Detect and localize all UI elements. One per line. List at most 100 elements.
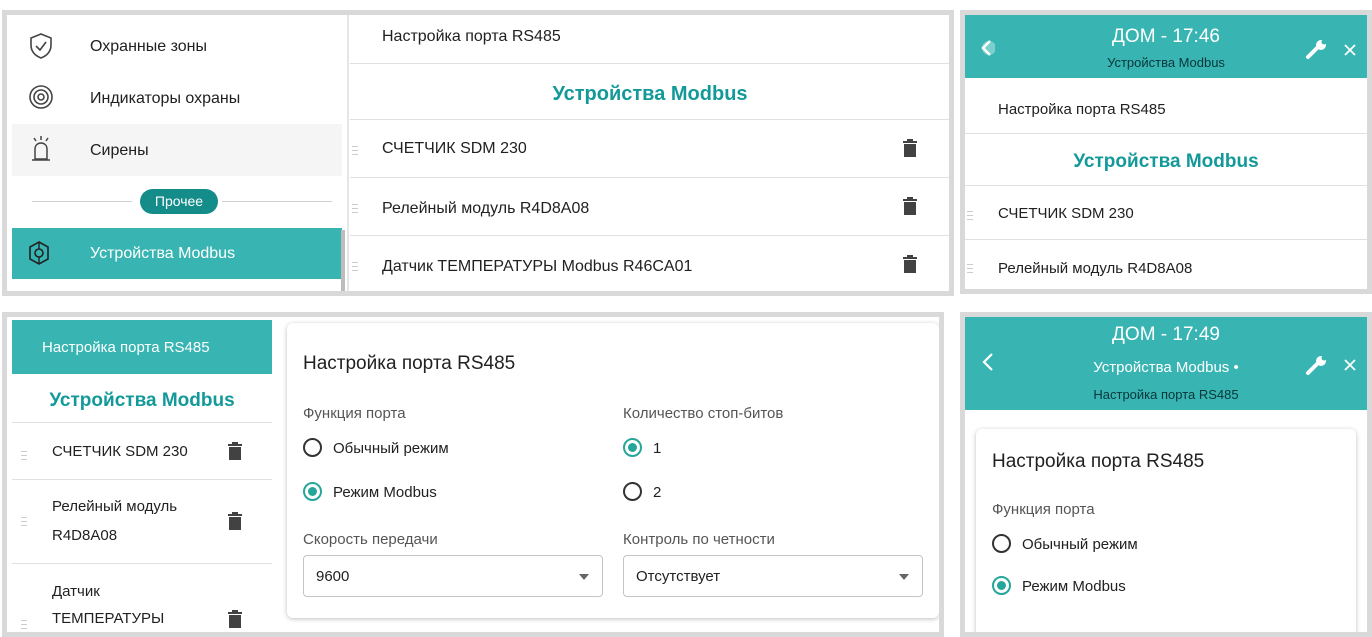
rs485-settings-link[interactable]: Настройка порта RS485 [998,101,1166,118]
drag-handle-icon[interactable] [21,517,27,526]
trash-icon[interactable] [903,197,917,215]
device-name: Релейный модуль R4D8A08 [382,200,590,217]
header-title: ДОМ - 17:49 [1112,324,1220,345]
parity-label: Контроль по четности [623,531,775,548]
device-row[interactable]: СЧЕТЧИК SDM 230 [350,120,949,177]
wrench-icon[interactable] [1305,354,1329,376]
drag-handle-icon[interactable] [352,262,358,271]
scrollbar[interactable] [341,230,345,291]
sidebar-item-modbus-devices[interactable]: Устройства Modbus [12,228,342,279]
rs485-settings-card: Настройка порта RS485 Функция порта Обыч… [287,323,939,618]
radio-stop-bits-2[interactable]: 2 [623,481,723,505]
trash-icon[interactable] [903,139,917,157]
siren-icon [32,136,50,161]
select-value: Отсутствует [636,568,721,585]
select-value: 9600 [316,568,350,585]
baud-rate-label: Скорость передачи [303,531,438,548]
device-name: Релейный модуль R4D8A08 [998,260,1193,277]
trash-icon[interactable] [903,255,917,273]
card-title: Настройка порта RS485 [992,451,1205,472]
radar-icon [29,85,53,109]
link-label: Настройка порта RS485 [42,339,210,356]
drag-handle-icon[interactable] [21,451,27,460]
device-name-line2: ТЕМПЕРАТУРЫ [52,610,165,627]
radio-label: Обычный режим [1022,536,1138,553]
close-icon[interactable] [1344,44,1356,56]
radio-button[interactable] [992,576,1011,595]
radio-label: Режим Modbus [1022,578,1126,595]
sidebar-item-security-indicators[interactable]: Индикаторы охраны [12,72,342,124]
radio-button[interactable] [303,438,322,457]
divider [222,201,332,202]
rs485-settings-link-active[interactable]: Настройка порта RS485 [12,320,272,374]
dropdown-arrow-icon [899,574,909,580]
radio-button[interactable] [623,438,642,457]
drag-handle-icon[interactable] [21,620,27,629]
section-title: Устройства Modbus [1073,151,1259,172]
baud-rate-select[interactable]: 9600 [303,555,603,597]
radio-label: Обычный режим [333,440,449,457]
rs485-settings-link[interactable]: Настройка порта RS485 [382,28,561,46]
sidebar-item-label: Охранные зоны [90,38,207,55]
divider [32,201,132,202]
parity-select[interactable]: Отсутствует [623,555,923,597]
radio-button[interactable] [992,534,1011,553]
radio-modbus-mode[interactable]: Режим Modbus [992,575,1242,599]
radio-label: Режим Modbus [333,484,437,501]
device-row[interactable]: СЧЕТЧИК SDM 230 [965,186,1367,239]
drag-handle-icon[interactable] [352,146,358,155]
divider [965,133,1367,134]
device-name-line2: R4D8A08 [52,527,118,544]
radio-label: 2 [653,484,662,501]
port-function-label: Функция порта [303,405,406,422]
device-name: Датчик ТЕМПЕРАТУРЫ Modbus R46CA01 [382,258,693,275]
radio-normal-mode[interactable]: Обычный режим [303,437,553,461]
radio-button[interactable] [303,482,322,501]
app-header: ДОМ - 17:49 Устройства Modbus • Настройк… [965,317,1367,410]
wrench-icon[interactable] [1305,38,1329,60]
sidebar-item-sirens[interactable]: Сирены [12,124,342,176]
panel-mobile-rs485-settings: ДОМ - 17:49 Устройства Modbus • Настройк… [960,312,1372,637]
radio-modbus-mode[interactable]: Режим Modbus [303,481,553,505]
sidebar-item-label: Устройства Modbus [90,245,236,262]
section-chip-other: Прочее [140,189,218,214]
sidebar-item-security-zones[interactable]: Охранные зоны [12,20,342,72]
device-name-line1: Релейный модуль [52,498,178,515]
divider [350,63,949,64]
section-title: Устройства Modbus [49,390,235,411]
port-function-label: Функция порта [992,501,1095,518]
trash-icon[interactable] [228,610,242,628]
close-icon[interactable] [1344,359,1356,371]
sidebar-item-label: Сирены [90,142,149,159]
section-title: Устройства Modbus [552,83,748,105]
device-row[interactable]: Датчик ТЕМПЕРАТУРЫ Modbus R46CA01 [350,236,949,291]
dropdown-arrow-icon [579,574,589,580]
trash-icon[interactable] [228,512,242,530]
header-breadcrumb: Настройка порта RS485 [1093,387,1239,402]
device-name: СЧЕТЧИК SDM 230 [52,443,188,460]
radio-stop-bits-1[interactable]: 1 [623,437,723,461]
device-row[interactable]: СЧЕТЧИК SDM 230 [12,423,272,479]
trash-icon[interactable] [228,442,242,460]
drag-handle-icon[interactable] [352,204,358,213]
device-name: СЧЕТЧИК SDM 230 [382,140,527,157]
radio-button[interactable] [623,482,642,501]
panel-mobile-devices: ДОМ - 17:46 Устройства Modbus Настройка … [960,10,1372,294]
radio-label: 1 [653,440,662,457]
device-name-line1: Датчик [52,583,100,600]
rs485-settings-card: Настройка порта RS485 Функция порта Обыч… [976,429,1356,632]
device-row[interactable]: Датчик ТЕМПЕРАТУРЫ [12,564,272,632]
device-row[interactable]: Релейный модуль R4D8A08 [965,240,1367,289]
device-name: СЧЕТЧИК SDM 230 [998,205,1134,222]
radio-normal-mode[interactable]: Обычный режим [992,533,1242,557]
panel-desktop-rs485-settings: Настройка порта RS485 Устройства Modbus … [2,312,944,637]
divider [347,15,349,291]
sidebar: Охранные зоны Индикаторы охраны Сирены П… [12,15,342,291]
drag-handle-icon[interactable] [967,264,973,273]
stop-bits-label: Количество стоп-битов [623,405,784,422]
card-title: Настройка порта RS485 [303,353,516,374]
drag-handle-icon[interactable] [967,211,973,220]
panel-desktop-menu: Охранные зоны Индикаторы охраны Сирены П… [2,10,954,296]
device-row[interactable]: Релейный модуль R4D8A08 [12,480,272,563]
device-row[interactable]: Релейный модуль R4D8A08 [350,178,949,235]
